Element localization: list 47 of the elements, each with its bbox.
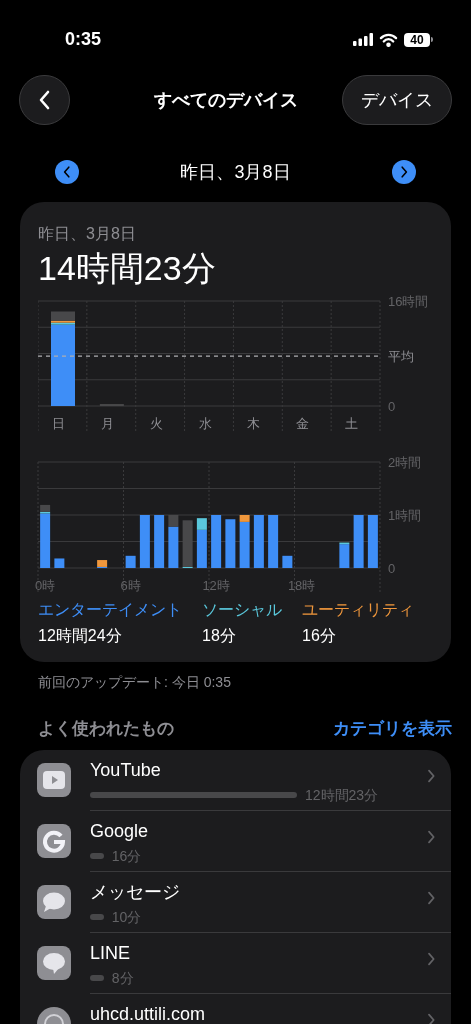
usage-time: 10分 (111, 907, 142, 927)
app-row[interactable]: LINE 8分 (37, 932, 451, 994)
axis-label: 土 (345, 416, 359, 431)
axis-label: 1時間 (388, 508, 422, 523)
axis-label: 木 (247, 416, 261, 431)
last-update-text: 前回のアップデート: 今日 0:35 (38, 673, 232, 692)
average-label: 平均 (388, 349, 414, 365)
axis-label: 18時 (287, 578, 316, 592)
show-categories-link[interactable]: カテゴリを表示 (333, 716, 452, 742)
axis-label: 0 (388, 399, 396, 414)
axis-label: 12時 (202, 578, 230, 592)
axis-label: 0 (388, 561, 396, 576)
axis-label: 0時 (35, 578, 56, 592)
usage-time: 16分 (111, 846, 142, 866)
app-row[interactable]: Google 16分 (37, 810, 451, 872)
axis-label: 金 (296, 416, 310, 431)
status-time: 0:35 (65, 28, 102, 51)
date-label: 昨日、3月8日 (180, 160, 291, 184)
category-name: ユーティリティ (302, 600, 414, 620)
app-name: LINE (90, 941, 131, 964)
axis-label: 水 (198, 416, 212, 431)
app-name: uhcd.uttili.com (90, 1002, 206, 1024)
battery-icon: 40 (404, 32, 433, 47)
axis-label: 6時 (120, 578, 141, 592)
app-name: メッセージ (90, 880, 180, 903)
app-name: Google (90, 819, 149, 842)
summary-date: 昨日、3月8日 (38, 224, 137, 244)
category-name: エンターテイメント (38, 600, 182, 620)
category-time: 16分 (302, 626, 337, 646)
category-time: 12時間24分 (38, 626, 123, 646)
app-row[interactable]: YouTube 12時間23分 (37, 749, 451, 811)
usage-time: 12時間23分 (305, 785, 379, 805)
axis-label: 2時間 (388, 455, 422, 470)
axis-label: 16時間 (388, 294, 429, 309)
page-title: すべてのデバイス (154, 88, 298, 112)
section-title: よく使われたもの (38, 718, 174, 740)
axis-label: 月 (100, 416, 114, 431)
app-row[interactable]: メッセージ 10分 (37, 871, 451, 933)
devices-button[interactable]: デバイス (342, 75, 452, 125)
category-time: 18分 (202, 626, 237, 646)
total-time: 14時間23分 (38, 248, 217, 288)
app-name: YouTube (90, 758, 161, 781)
app-row[interactable]: uhcd.uttili.com (37, 993, 451, 1024)
axis-label: 火 (149, 416, 163, 431)
category-name: ソーシャル (202, 600, 282, 620)
axis-label: 日 (52, 416, 65, 431)
usage-time: 8分 (111, 968, 134, 988)
